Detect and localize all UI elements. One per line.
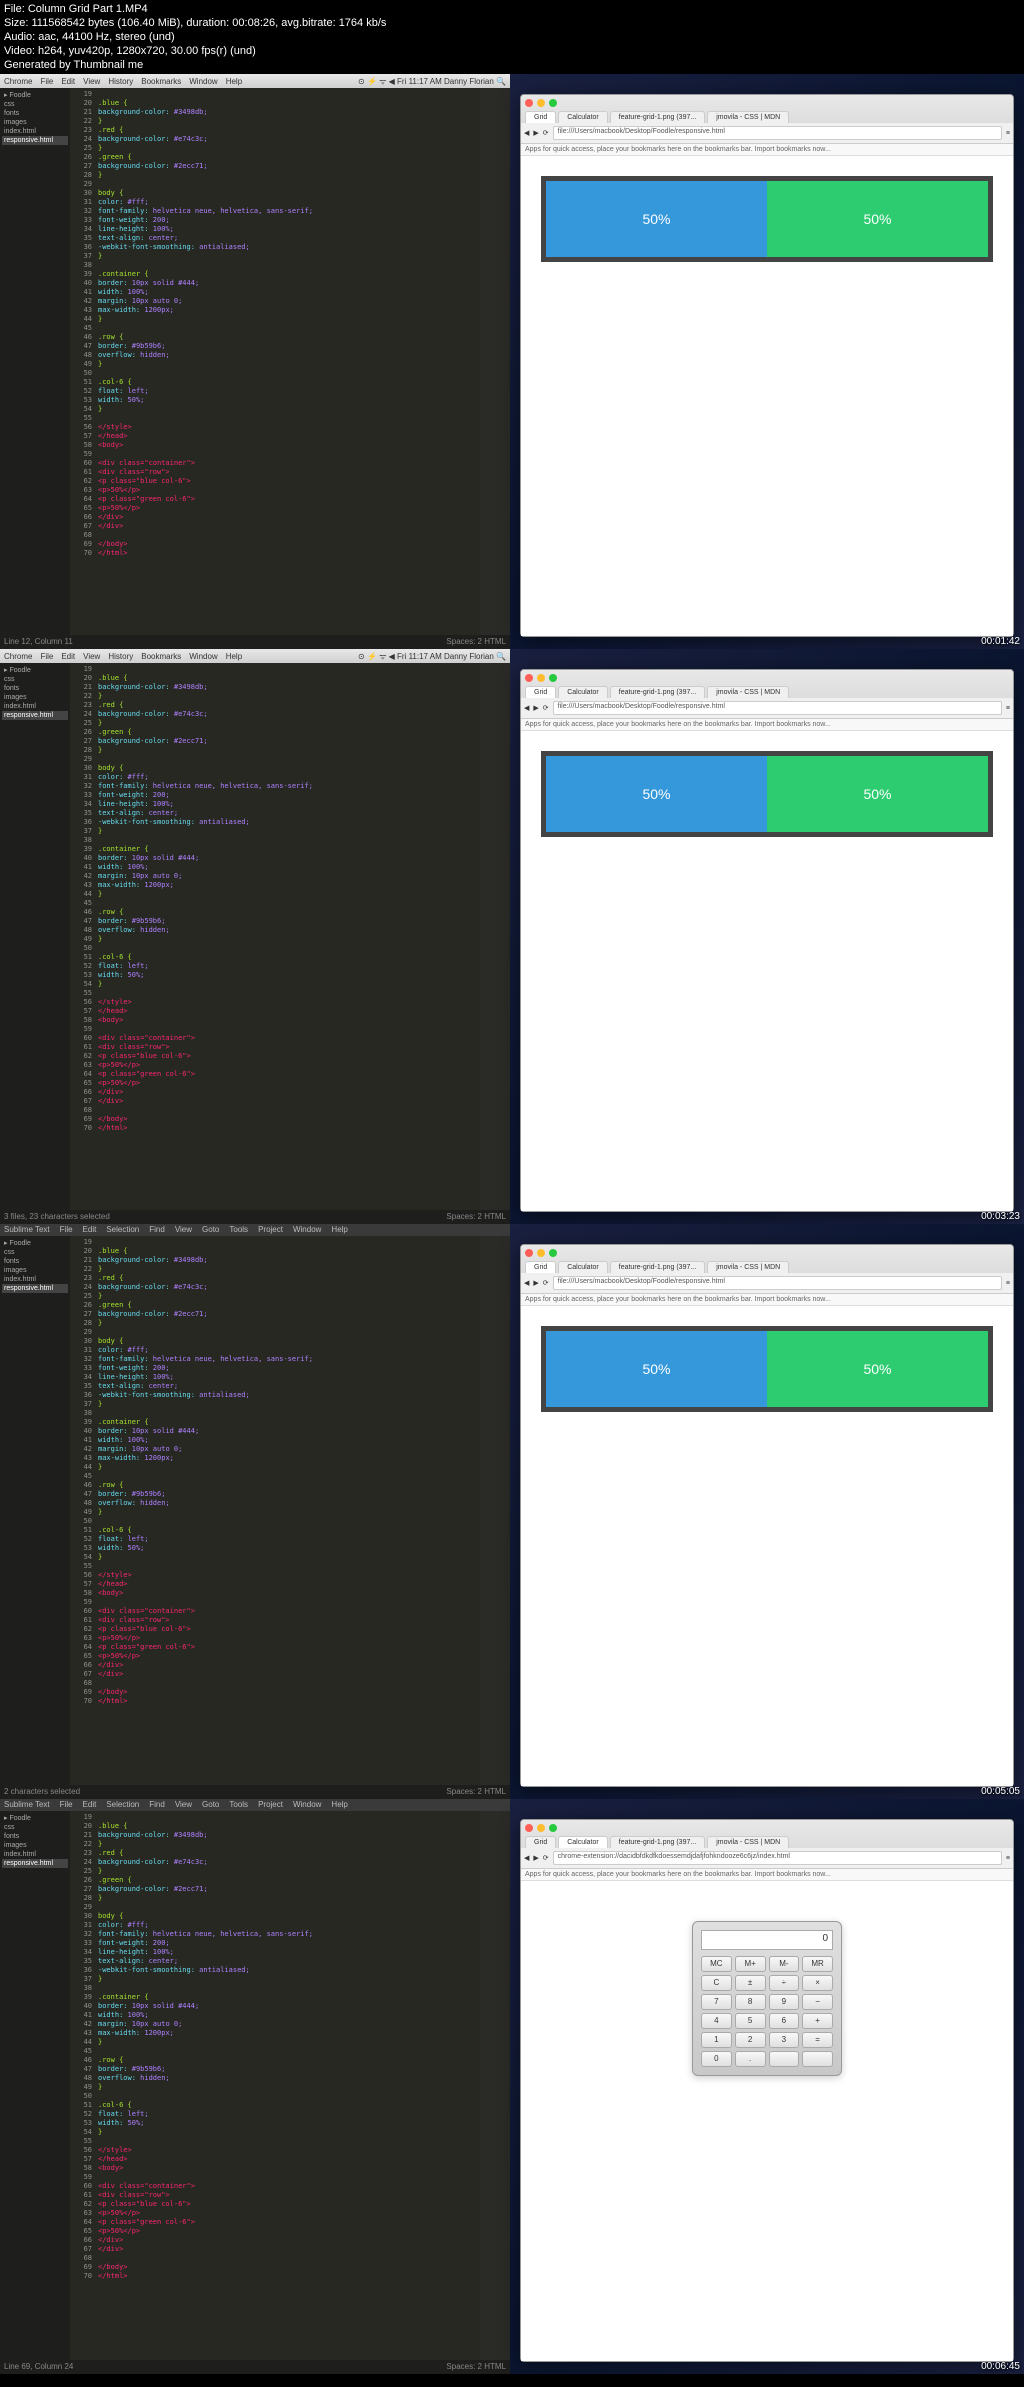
url-bar[interactable]: file:///Users/macbook/Desktop/Foodle/res… <box>553 126 1002 140</box>
editor-sidebar[interactable]: ▸ Foodle css fonts images index.html res… <box>0 1236 70 1785</box>
minimap[interactable] <box>480 1811 510 2360</box>
calc-display: 0 <box>701 1930 833 1950</box>
browser-tabs[interactable]: Grid Calculator feature-grid-1.png (397.… <box>521 686 1013 698</box>
timestamp: 00:06:45 <box>981 2361 1020 2372</box>
calc-button[interactable]: 2 <box>735 2032 766 2048</box>
calc-button[interactable]: ± <box>735 1975 766 1991</box>
close-icon[interactable] <box>525 99 533 107</box>
calc-button[interactable]: 6 <box>769 2013 800 2029</box>
menu-icon[interactable]: ≡ <box>1006 130 1010 137</box>
status-bar: Line 69, Column 24Spaces: 2 HTML <box>0 2360 510 2374</box>
timestamp: 00:03:23 <box>981 1211 1020 1222</box>
calc-button[interactable] <box>769 2051 800 2067</box>
column-green: 50% <box>767 181 988 257</box>
url-bar[interactable]: file:///Users/macbook/Desktop/Foodle/res… <box>553 1276 1002 1290</box>
minimap[interactable] <box>480 663 510 1210</box>
calc-button[interactable]: 4 <box>701 2013 732 2029</box>
calculator: 0 MCM+M-MR C±÷× 789− 456+123= 0. <box>692 1921 842 2076</box>
menu-icon[interactable]: ≡ <box>1006 705 1010 712</box>
bookmark-bar[interactable]: Apps for quick access, place your bookma… <box>521 144 1013 156</box>
tab-mdn[interactable]: jmovila - CSS | MDN <box>707 111 789 123</box>
editor-sidebar[interactable]: ▸ Foodle css fonts images index.html res… <box>0 88 70 635</box>
calc-button[interactable]: 0 <box>701 2051 732 2067</box>
editor-sidebar[interactable]: ▸ Foodle css fonts images index.html res… <box>0 663 70 1210</box>
maximize-icon[interactable] <box>549 674 557 682</box>
reload-icon[interactable]: ⟳ <box>543 704 549 712</box>
grid-container: 50% 50% <box>541 176 993 262</box>
tab-grid[interactable]: Grid <box>525 111 556 123</box>
status-bar: 2 characters selectedSpaces: 2 HTML <box>0 1785 510 1799</box>
browser-window: Grid Calculator feature-grid-1.png (397.… <box>520 94 1014 637</box>
minimize-icon[interactable] <box>537 674 545 682</box>
status-bar: Line 12, Column 11Spaces: 2 HTML <box>0 635 510 649</box>
calc-button[interactable]: 9 <box>769 1994 800 2010</box>
minimap[interactable] <box>480 1236 510 1785</box>
calc-button[interactable]: 1 <box>701 2032 732 2048</box>
code-editor[interactable]: 19 20.blue {21 background-color: #3498db… <box>70 663 480 1210</box>
code-editor[interactable]: 19 20.blue {21 background-color: #3498db… <box>70 1811 480 2360</box>
forward-icon[interactable]: ▶ <box>533 129 538 137</box>
url-bar[interactable]: file:///Users/macbook/Desktop/Foodle/res… <box>553 701 1002 715</box>
calc-button[interactable]: 8 <box>735 1994 766 2010</box>
calc-button[interactable]: ÷ <box>769 1975 800 1991</box>
back-icon[interactable]: ◀ <box>524 704 529 712</box>
calc-button[interactable]: + <box>802 2013 833 2029</box>
page-content: 50% 50% <box>521 156 1013 636</box>
timestamp: 00:01:42 <box>981 636 1020 647</box>
calc-button[interactable]: − <box>802 1994 833 2010</box>
code-editor[interactable]: 19 20.blue {21 background-color: #3498db… <box>70 88 480 635</box>
calc-button[interactable]: MR <box>802 1956 833 1972</box>
sublime-menubar[interactable]: Sublime TextFileEditSelectionFindViewGot… <box>0 1799 510 1811</box>
calc-button[interactable] <box>802 2051 833 2067</box>
back-icon[interactable]: ◀ <box>524 129 529 137</box>
calc-button[interactable]: . <box>735 2051 766 2067</box>
browser-window: Grid Calculator feature-grid-1.png (397.… <box>520 1819 1014 2362</box>
reload-icon[interactable]: ⟳ <box>543 129 549 137</box>
tab-calculator[interactable]: Calculator <box>558 111 608 123</box>
calc-button[interactable]: C <box>701 1975 732 1991</box>
maximize-icon[interactable] <box>549 99 557 107</box>
minimize-icon[interactable] <box>537 99 545 107</box>
editor-sidebar[interactable]: ▸ Foodle css fonts images index.html res… <box>0 1811 70 2360</box>
status-bar: 3 files, 23 characters selectedSpaces: 2… <box>0 1210 510 1224</box>
minimap[interactable] <box>480 88 510 635</box>
browser-tabs[interactable]: Grid Calculator feature-grid-1.png (397.… <box>521 111 1013 123</box>
calc-button[interactable]: = <box>802 2032 833 2048</box>
url-bar[interactable]: chrome-extension://dacidbfdkdfkdoessemdj… <box>553 1851 1002 1865</box>
grid-container: 50% 50% <box>541 1326 993 1412</box>
calc-button[interactable]: M+ <box>735 1956 766 1972</box>
mac-menubar[interactable]: ChromeFileEditViewHistoryBookmarksWindow… <box>0 74 510 88</box>
browser-window: Grid Calculator feature-grid-1.png (397.… <box>520 1244 1014 1787</box>
calc-button[interactable]: 7 <box>701 1994 732 2010</box>
calc-button[interactable]: M- <box>769 1956 800 1972</box>
tab-image[interactable]: feature-grid-1.png (397... <box>610 111 705 123</box>
sublime-menubar[interactable]: Sublime TextFileEditSelectionFindViewGot… <box>0 1224 510 1236</box>
thumbnail-frame-3: Sublime TextFileEditSelectionFindViewGot… <box>0 1224 1024 1799</box>
file-info: File: Column Grid Part 1.MP4 Size: 11156… <box>0 0 1024 74</box>
thumbnail-frame-1: ChromeFileEditViewHistoryBookmarksWindow… <box>0 74 1024 649</box>
calc-button[interactable]: × <box>802 1975 833 1991</box>
timestamp: 00:05:05 <box>981 1786 1020 1797</box>
thumbnail-frame-2: ChromeFileEditViewHistoryBookmarksWindow… <box>0 649 1024 1224</box>
calc-button[interactable]: 5 <box>735 2013 766 2029</box>
calc-buttons: MCM+M-MR C±÷× 789− 456+123= 0. <box>701 1956 833 2067</box>
calc-button[interactable]: MC <box>701 1956 732 1972</box>
code-editor[interactable]: 19 20.blue {21 background-color: #3498db… <box>70 1236 480 1785</box>
browser-window: Grid Calculator feature-grid-1.png (397.… <box>520 669 1014 1212</box>
forward-icon[interactable]: ▶ <box>533 704 538 712</box>
mac-menubar[interactable]: ChromeFileEditViewHistoryBookmarksWindow… <box>0 649 510 663</box>
thumbnail-frame-4: Sublime TextFileEditSelectionFindViewGot… <box>0 1799 1024 2374</box>
close-icon[interactable] <box>525 674 533 682</box>
grid-container: 50% 50% <box>541 751 993 837</box>
calc-button[interactable]: 3 <box>769 2032 800 2048</box>
column-blue: 50% <box>546 181 767 257</box>
